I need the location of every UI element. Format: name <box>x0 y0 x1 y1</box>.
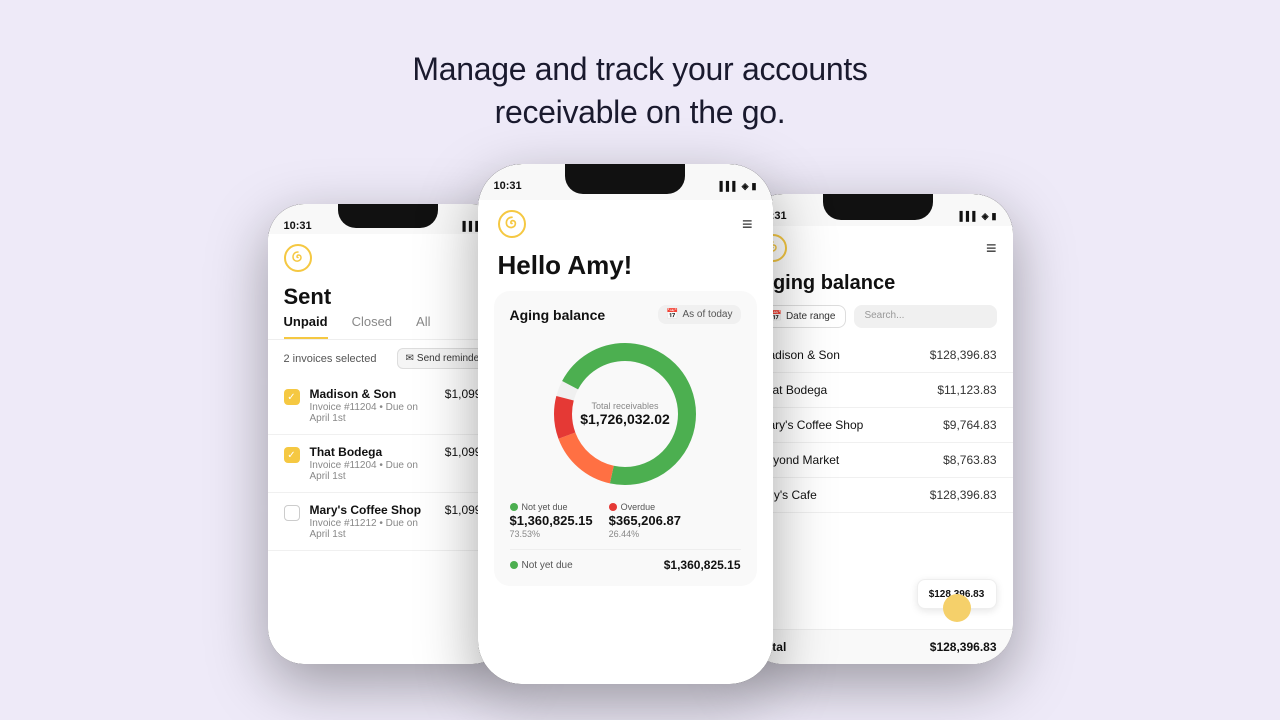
status-icons-center: ▌▌▌ ◈ ▮ <box>719 181 756 192</box>
phone-right-content: ≡ Aging balance 📅 Date range Search... <box>743 226 1013 664</box>
invoice-name-0: Madison & Son <box>310 387 435 401</box>
aging-title-center: Aging balance <box>510 307 606 323</box>
client-amount-3: $8,763.83 <box>943 453 996 467</box>
wifi-icon-center: ◈ <box>742 181 749 192</box>
phone-right-screen: 10:31 ▌▌▌ ◈ ▮ ≡ Aging <box>743 194 1013 664</box>
bottom-row: Not yet due $1,360,825.15 <box>510 549 741 572</box>
status-icons-right: ▌▌▌ ◈ ▮ <box>959 211 996 222</box>
aging-card: Aging balance 📅 As of today <box>494 291 757 586</box>
total-amount: $128,396.83 <box>930 640 997 654</box>
legend-overdue: Overdue $365,206.87 26.44% <box>609 502 681 539</box>
client-amount-2: $9,764.83 <box>943 418 996 432</box>
checkbox-0[interactable]: ✓ <box>284 389 300 405</box>
notch-center <box>565 164 685 194</box>
client-row-4[interactable]: July's Cafe $128,396.83 <box>743 478 1013 513</box>
checkbox-1[interactable]: ✓ <box>284 447 300 463</box>
right-aging-title: Aging balance <box>743 268 1013 305</box>
signal-icon-right: ▌▌▌ <box>959 211 978 221</box>
client-amount-4: $128,396.83 <box>930 488 997 502</box>
donut-label: Total receivables <box>580 401 670 411</box>
left-header <box>268 234 508 278</box>
invoice-sub-0: Invoice #11204 • Due on April 1st <box>310 402 435 424</box>
tab-closed[interactable]: Closed <box>352 314 392 339</box>
phone-center-content: ≡ Hello Amy! Aging balance 📅 As of today <box>478 200 773 684</box>
client-row-2[interactable]: Mary's Coffee Shop $9,764.83 <box>743 408 1013 443</box>
logo-left <box>284 244 312 272</box>
headline: Manage and track your accounts receivabl… <box>412 48 867 134</box>
selected-count: 2 invoices selected <box>284 353 377 365</box>
phone-center-screen: 10:31 ▌▌▌ ◈ ▮ ≡ Hello <box>478 164 773 684</box>
calendar-icon: 📅 <box>666 309 678 320</box>
client-row-0[interactable]: Madison & Son $128,396.83 <box>743 338 1013 373</box>
right-header: ≡ <box>743 226 1013 268</box>
bottom-amount: $1,360,825.15 <box>664 558 741 572</box>
donut-chart: Total receivables $1,726,032.02 <box>545 334 705 494</box>
phone-center: 10:31 ▌▌▌ ◈ ▮ ≡ Hello <box>478 164 773 684</box>
tabs-row: Unpaid Closed All <box>268 314 508 340</box>
checkbox-2[interactable] <box>284 505 300 521</box>
wifi-icon-right: ◈ <box>982 211 989 222</box>
reminder-icon: ✉ <box>406 353 414 364</box>
greeting: Hello Amy! <box>478 244 773 291</box>
time-left: 10:31 <box>284 220 312 232</box>
notch-right <box>823 194 933 220</box>
dot-not-yet-due <box>510 503 518 511</box>
legend-row: Not yet due $1,360,825.15 73.53% Overdue… <box>510 502 741 539</box>
phone-left-screen: 10:31 ▌▌▌ ◈ Sent <box>268 204 508 664</box>
headline-line2: receivable on the go. <box>495 94 786 130</box>
notch-left <box>338 204 438 228</box>
invoice-item-1: ✓ That Bodega Invoice #11204 • Due on Ap… <box>268 435 508 493</box>
headline-line1: Manage and track your accounts <box>412 51 867 87</box>
client-name-2: Mary's Coffee Shop <box>759 418 864 432</box>
legend-not-yet-due: Not yet due $1,360,825.15 73.53% <box>510 502 593 539</box>
phones-row: 10:31 ▌▌▌ ◈ Sent <box>268 164 1013 684</box>
dot-overdue <box>609 503 617 511</box>
client-row-3[interactable]: Beyond Market $8,763.83 <box>743 443 1013 478</box>
date-badge[interactable]: 📅 As of today <box>658 305 740 324</box>
phone-left-content: Sent Unpaid Closed All 2 invoices select… <box>268 234 508 664</box>
phone-left: 10:31 ▌▌▌ ◈ Sent <box>268 204 508 664</box>
tab-unpaid[interactable]: Unpaid <box>284 314 328 339</box>
filter-row: 📅 Date range Search... <box>743 305 1013 338</box>
battery-icon-center: ▮ <box>752 181 757 192</box>
invoice-item-0: ✓ Madison & Son Invoice #11204 • Due on … <box>268 377 508 435</box>
battery-icon-right: ▮ <box>992 211 997 222</box>
time-center: 10:31 <box>494 180 522 192</box>
tooltip-dot <box>943 594 971 622</box>
phone-right: 10:31 ▌▌▌ ◈ ▮ ≡ Aging <box>743 194 1013 664</box>
bottom-label: Not yet due <box>510 560 573 571</box>
invoice-item-2: Mary's Coffee Shop Invoice #11212 • Due … <box>268 493 508 551</box>
invoice-sub-1: Invoice #11204 • Due on April 1st <box>310 460 435 482</box>
invoice-name-2: Mary's Coffee Shop <box>310 503 435 517</box>
client-row-1[interactable]: That Bodega $11,123.83 <box>743 373 1013 408</box>
donut-center: Total receivables $1,726,032.02 <box>580 401 670 427</box>
menu-icon-center[interactable]: ≡ <box>742 214 753 235</box>
invoice-sub-2: Invoice #11212 • Due on April 1st <box>310 518 435 540</box>
client-amount-0: $128,396.83 <box>930 348 997 362</box>
donut-container: Total receivables $1,726,032.02 <box>510 334 741 494</box>
signal-icon-center: ▌▌▌ <box>719 181 738 191</box>
donut-value: $1,726,032.02 <box>580 411 670 427</box>
search-input-right[interactable]: Search... <box>854 305 996 328</box>
client-amount-1: $11,123.83 <box>937 383 996 397</box>
aging-header: Aging balance 📅 As of today <box>510 305 741 324</box>
dot-bottom <box>510 561 518 569</box>
logo-center <box>498 210 526 238</box>
center-header: ≡ <box>478 200 773 244</box>
selected-bar: 2 invoices selected ✉ Send reminder <box>268 340 508 377</box>
sent-title: Sent <box>268 278 508 314</box>
tab-all[interactable]: All <box>416 314 430 339</box>
menu-icon-right[interactable]: ≡ <box>986 238 997 259</box>
total-bar: Total $128,396.83 <box>743 629 1013 664</box>
invoice-name-1: That Bodega <box>310 445 435 459</box>
